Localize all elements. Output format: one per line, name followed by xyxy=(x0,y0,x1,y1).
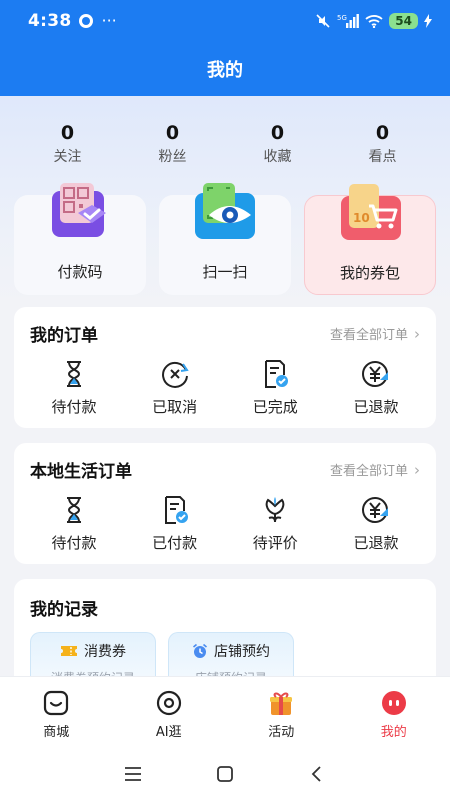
order-status-label: 已退款 xyxy=(353,534,399,552)
stat-label: 关注 xyxy=(53,149,82,165)
system-navigation-bar xyxy=(0,748,450,800)
coupon-cart-icon: 10 xyxy=(341,184,401,240)
stat-value: 0 xyxy=(165,122,180,144)
tab-label: 我的 xyxy=(380,725,407,740)
profile-icon xyxy=(381,691,406,715)
order-refunded[interactable]: 已退款 xyxy=(326,358,426,417)
top-bar: 4:38 ··· 5G 54 我的 xyxy=(0,0,450,96)
my-orders-card: 我的订单 查看全部订单 › 待付款 已取消 已完成 已退款 xyxy=(14,307,436,428)
card-title: 本地生活订单 xyxy=(30,462,132,482)
tab-label: 商城 xyxy=(43,725,70,740)
app-notification-icon xyxy=(79,14,94,28)
status-bar: 4:38 ··· 5G 54 xyxy=(0,0,450,42)
alarm-clock-icon xyxy=(192,643,208,658)
mute-icon xyxy=(316,14,330,28)
home-icon[interactable] xyxy=(214,763,236,785)
svg-text:10: 10 xyxy=(353,211,370,225)
qr-code-icon xyxy=(52,183,106,237)
tab-label: AI逛 xyxy=(155,725,182,740)
hourglass-icon xyxy=(67,497,81,523)
record-label: 店铺预约 xyxy=(214,644,270,660)
tab-ai-browse[interactable]: AI逛 xyxy=(119,689,219,740)
scan-button[interactable]: 扫一扫 xyxy=(159,183,291,295)
order-status-label: 待评价 xyxy=(252,534,298,552)
chevron-right-icon: › xyxy=(414,324,420,343)
stat-followers[interactable]: 0 粉丝 xyxy=(120,122,225,166)
order-status-label: 已完成 xyxy=(252,398,298,416)
stat-value: 0 xyxy=(60,122,75,144)
view-all-orders-link[interactable]: 查看全部订单 › xyxy=(329,324,420,344)
quick-action-label: 我的券包 xyxy=(339,264,400,282)
card-title: 我的订单 xyxy=(30,326,98,346)
gift-icon xyxy=(270,692,293,715)
quick-action-label: 扫一扫 xyxy=(202,263,248,281)
stat-highlights[interactable]: 0 看点 xyxy=(330,122,435,166)
back-icon[interactable] xyxy=(306,763,328,785)
record-label: 消费券 xyxy=(84,644,126,660)
yen-refund-icon xyxy=(361,497,388,523)
stat-value: 0 xyxy=(270,122,285,144)
link-label: 查看全部订单 xyxy=(329,464,408,479)
stat-label: 收藏 xyxy=(263,149,292,165)
order-status-label: 待付款 xyxy=(51,534,97,552)
order-completed[interactable]: 已完成 xyxy=(225,358,325,417)
flower-icon xyxy=(266,497,285,523)
tab-label: 活动 xyxy=(268,725,295,740)
order-status-label: 待付款 xyxy=(51,398,97,416)
order-status-label: 已退款 xyxy=(353,398,399,416)
bottom-tab-bar: 商城 AI逛 活动 我的 xyxy=(0,676,450,748)
link-label: 查看全部订单 xyxy=(329,328,408,343)
quick-actions: 付款码 扫一扫 10 我的券包 xyxy=(14,183,436,295)
stat-value: 0 xyxy=(375,122,390,144)
network-type-label: 5G xyxy=(337,14,347,22)
mall-icon xyxy=(44,690,69,716)
stat-favorites[interactable]: 0 收藏 xyxy=(225,122,330,166)
stat-label: 看点 xyxy=(368,149,397,165)
document-check-icon xyxy=(164,496,188,524)
local-order-refunded[interactable]: 已退款 xyxy=(326,494,426,553)
more-notifications-icon: ··· xyxy=(101,11,117,30)
battery-level: 54 xyxy=(389,13,418,29)
stats-row: 0 关注 0 粉丝 0 收藏 0 看点 xyxy=(15,122,435,166)
tab-profile[interactable]: 我的 xyxy=(344,689,444,740)
local-order-paid[interactable]: 已付款 xyxy=(125,494,225,553)
status-time: 4:38 xyxy=(28,11,72,31)
payment-code-button[interactable]: 付款码 xyxy=(14,183,146,295)
page-title: 我的 xyxy=(207,60,243,81)
order-cancelled[interactable]: 已取消 xyxy=(125,358,225,417)
charging-icon xyxy=(424,14,432,28)
ticket-icon xyxy=(61,646,77,656)
order-pending-payment[interactable]: 待付款 xyxy=(24,358,124,417)
wifi-icon xyxy=(365,15,383,28)
yen-refund-icon xyxy=(361,361,388,387)
tab-mall[interactable]: 商城 xyxy=(6,689,106,740)
hourglass-icon xyxy=(67,361,81,387)
document-check-icon xyxy=(265,360,289,388)
chevron-right-icon: › xyxy=(414,460,420,479)
stat-following[interactable]: 0 关注 xyxy=(15,122,120,166)
menu-icon[interactable] xyxy=(122,763,144,785)
order-status-label: 已取消 xyxy=(152,398,198,416)
local-order-to-review[interactable]: 待评价 xyxy=(225,494,325,553)
stat-label: 粉丝 xyxy=(158,149,187,165)
scan-eye-icon xyxy=(195,183,255,239)
ai-browse-icon xyxy=(156,690,181,716)
local-order-pending-payment[interactable]: 待付款 xyxy=(24,494,124,553)
card-title: 我的记录 xyxy=(30,600,98,620)
signal-icon: 5G xyxy=(337,14,360,28)
my-records-card: 我的记录 消费券 消费券预约记录 店铺预约 店铺预约记录 xyxy=(14,579,436,688)
quick-action-label: 付款码 xyxy=(57,263,103,281)
local-life-orders-card: 本地生活订单 查看全部订单 › 待付款 已付款 待评价 已退款 xyxy=(14,443,436,564)
coupon-wallet-button[interactable]: 10 我的券包 xyxy=(304,184,436,295)
cancel-clock-icon xyxy=(161,361,189,388)
tab-activity[interactable]: 活动 xyxy=(231,689,331,740)
order-status-label: 已付款 xyxy=(152,534,198,552)
view-all-local-orders-link[interactable]: 查看全部订单 › xyxy=(329,460,420,480)
